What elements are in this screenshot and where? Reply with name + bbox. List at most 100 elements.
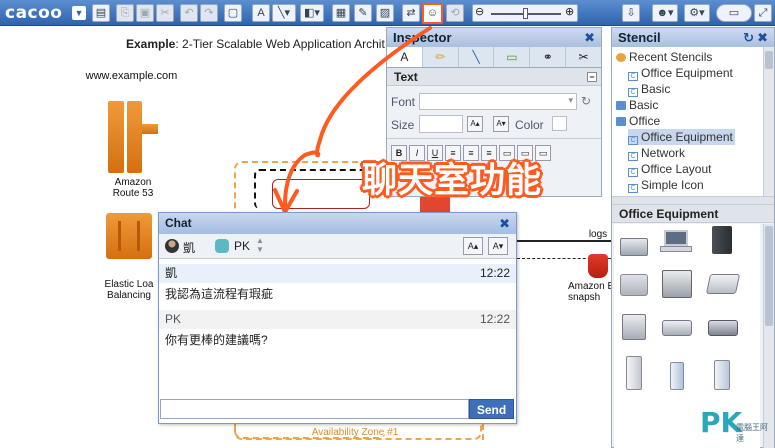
tree-item-office-layout[interactable]: C Office Layout: [628, 161, 712, 177]
wireless-router-shape[interactable]: [658, 356, 694, 390]
tree-item-basic-folder[interactable]: Basic: [616, 97, 658, 113]
tree-item-recent[interactable]: Recent Stencils: [616, 49, 712, 65]
fullscreen-icon[interactable]: ⤢: [754, 4, 772, 22]
tower-pc-shape[interactable]: [616, 356, 652, 390]
logo-menu-chevron-icon[interactable]: ▼: [72, 6, 86, 20]
folder-icon: [616, 101, 626, 110]
availability-zone-label: Availability Zone #1: [311, 427, 399, 438]
chat-window: Chat ✖ 凱 PK ▲ ▼ A▴ A▾ 凱 12:22 我認為這流程有瑕疵 P…: [158, 212, 517, 424]
tab-shape[interactable]: ▭: [494, 47, 531, 67]
snapshot-label: Amazon E snapsh: [568, 281, 614, 303]
avatar: [165, 239, 179, 253]
message-time: 12:22: [479, 266, 510, 280]
tree-item-office-equipment[interactable]: C Office Equipment: [628, 129, 735, 145]
elb-label: Elastic Loa Balancing: [104, 279, 154, 301]
stencil-file-icon: C: [628, 72, 638, 81]
snapshot-shape[interactable]: [588, 254, 608, 278]
phone-shape[interactable]: [658, 310, 694, 340]
server-rack-shape[interactable]: [704, 226, 740, 256]
close-icon[interactable]: ✖: [757, 28, 768, 47]
text-icon[interactable]: A: [252, 4, 270, 22]
chat-message: 凱 12:22 我認為這流程有瑕疵: [159, 264, 516, 305]
send-button[interactable]: Send: [469, 399, 514, 419]
office-phone-shape[interactable]: [704, 310, 740, 340]
tab-link[interactable]: ⚭: [530, 47, 567, 67]
stencil-file-icon: C: [628, 152, 638, 161]
font-increase-icon[interactable]: A▴: [467, 116, 483, 132]
close-icon[interactable]: ✖: [499, 213, 510, 234]
scanner-shape[interactable]: [704, 268, 741, 298]
close-icon[interactable]: ✖: [584, 28, 595, 47]
zoom-slider[interactable]: ⊖ ⊕: [472, 4, 578, 22]
printer-shape[interactable]: [616, 268, 652, 298]
tree-item-recent-basic[interactable]: C Basic: [628, 81, 670, 97]
color-swatch[interactable]: [552, 116, 567, 131]
copy-icon[interactable]: ⎘: [116, 4, 134, 22]
font-decrease-icon[interactable]: A▾: [493, 116, 509, 132]
message-text: 我認為這流程有瑕疵: [165, 287, 274, 301]
undo-icon[interactable]: ↶: [180, 4, 198, 22]
font-decrease-icon[interactable]: A▾: [488, 237, 508, 255]
message-author: PK: [165, 312, 182, 326]
tab-line[interactable]: ╲: [459, 47, 495, 67]
zoom-out-icon[interactable]: ⊖: [475, 5, 484, 18]
present-icon[interactable]: ▭: [716, 4, 752, 22]
chat-user-name: PK: [234, 239, 251, 253]
cut-icon[interactable]: ✂: [156, 4, 174, 22]
history-icon[interactable]: ⟲: [446, 4, 464, 22]
tree-item-office-folder[interactable]: Office: [616, 113, 660, 129]
refresh-icon[interactable]: ↻: [743, 28, 754, 47]
chat-input[interactable]: [160, 399, 469, 419]
stencil-file-icon: C: [628, 184, 638, 193]
stencil-tree: Recent Stencils C Office Equipment C Basic…: [612, 47, 764, 215]
gallery-header: Office Equipment: [612, 205, 774, 223]
cacoo-logo[interactable]: cacoo: [3, 3, 64, 23]
watermark-caption: 電腦王阿達: [736, 423, 768, 443]
zoom-in-icon[interactable]: ⊕: [565, 5, 574, 18]
message-text: 你有更棒的建議嗎?: [165, 333, 268, 347]
ups-shape[interactable]: [704, 356, 740, 390]
gallery-scrollbar[interactable]: [763, 224, 774, 448]
chat-user-name: 凱: [183, 241, 196, 255]
tree-item-simple-icon[interactable]: C Simple Icon: [628, 177, 704, 193]
export-icon[interactable]: ⇩: [622, 4, 640, 22]
paste-icon[interactable]: ▣: [136, 4, 154, 22]
frame-icon[interactable]: ▢: [224, 4, 242, 22]
page-icon[interactable]: ▤: [92, 4, 110, 22]
tree-item-network[interactable]: C Network: [628, 145, 685, 161]
message-time: 12:22: [479, 312, 510, 326]
font-increase-icon[interactable]: A▴: [463, 237, 483, 255]
stencil-file-icon: C: [628, 88, 638, 97]
zoom-knob[interactable]: [523, 8, 528, 19]
laptop-shape[interactable]: [658, 228, 694, 258]
stencil-file-icon: C: [628, 136, 638, 145]
font-select[interactable]: ▾: [419, 93, 577, 110]
network-hub-shape[interactable]: [616, 230, 652, 260]
tab-tools[interactable]: ✂: [566, 47, 601, 67]
tree-item-recent-office-equipment[interactable]: C Office Equipment: [628, 65, 733, 81]
annotation-text: 聊天室功能: [362, 161, 543, 201]
chat-user-bar: 凱 PK ▲ ▼ A▴ A▾: [159, 234, 516, 259]
domain-label: www.example.com: [85, 70, 178, 82]
copier-shape[interactable]: [658, 268, 694, 298]
redo-icon[interactable]: ↷: [200, 4, 218, 22]
route53-shape[interactable]: [108, 101, 124, 173]
stencil-tree-scrollbar[interactable]: [763, 47, 774, 215]
user-icon[interactable]: ☻▾: [652, 4, 678, 22]
chat-header[interactable]: Chat ✖: [159, 213, 516, 234]
fax-shape[interactable]: [616, 310, 652, 340]
color-label: Color: [515, 118, 544, 132]
chat-title: Chat: [165, 216, 192, 230]
stencil-header: Stencil ↻ ✖: [612, 28, 774, 47]
route53-label: Amazon Route 53: [112, 177, 154, 199]
settings-icon[interactable]: ⚙▾: [684, 4, 710, 22]
user-list-scroll-icon[interactable]: ▲ ▼: [256, 236, 264, 254]
refresh-icon[interactable]: ↻: [581, 94, 591, 108]
stencil-panel: Stencil ↻ ✖ Recent Stencils C Office Equi…: [611, 27, 775, 448]
folder-open-icon: [616, 117, 626, 126]
clock-icon: [616, 53, 626, 62]
stencil-file-icon: C: [628, 168, 638, 177]
panel-splitter[interactable]: [612, 196, 774, 205]
collapse-icon[interactable]: −: [587, 72, 597, 82]
stencil-title: Stencil: [618, 30, 661, 45]
